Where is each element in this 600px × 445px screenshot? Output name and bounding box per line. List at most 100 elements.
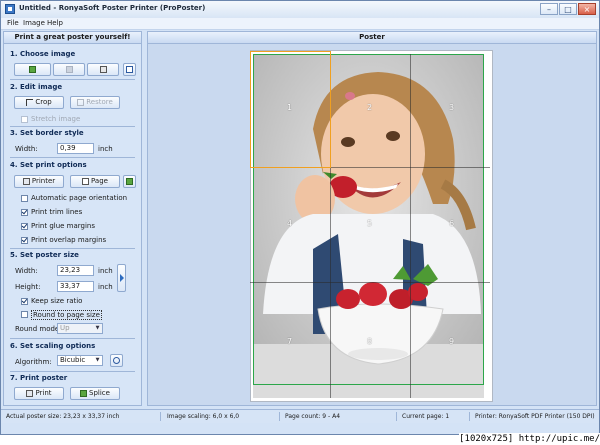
maximize-button[interactable]: □	[559, 3, 577, 15]
divider	[279, 412, 280, 421]
divider	[469, 412, 470, 421]
chevron-down-icon: ▼	[95, 357, 100, 363]
page-setup-button[interactable]: Page	[70, 175, 120, 188]
poster-height-label: Height:	[15, 283, 41, 291]
open-image-button[interactable]	[14, 63, 51, 76]
round-mode-value: Up	[60, 324, 70, 332]
border-width-label: Width:	[15, 145, 38, 153]
status-current-page: Current page: 1	[402, 413, 450, 420]
crop-icon	[26, 99, 34, 106]
open-image-icon	[29, 66, 36, 73]
round-to-page-checkbox[interactable]	[21, 311, 28, 318]
print-glue-checkbox[interactable]	[21, 223, 28, 230]
magnifier-icon	[113, 357, 120, 364]
section-edit-image: 2. Edit image	[10, 83, 63, 91]
divider	[10, 157, 135, 158]
page-number-6: 6	[449, 219, 455, 228]
section-print-options: 4. Set print options	[10, 161, 87, 169]
divider	[10, 338, 135, 339]
chevron-down-icon: ▼	[95, 325, 100, 331]
section-print-poster: 7. Print poster	[10, 374, 68, 382]
section-border-style: 3. Set border style	[10, 129, 84, 137]
print-label: Print	[35, 389, 52, 397]
printer-button[interactable]: Printer	[14, 175, 64, 188]
restore-label: Restore	[86, 98, 113, 106]
page-number-7: 7	[287, 337, 293, 346]
page-number-9: 9	[449, 337, 455, 346]
divider	[10, 126, 135, 127]
preview-button[interactable]	[110, 354, 123, 367]
print-trim-checkbox[interactable]	[21, 209, 28, 216]
crop-label: Crop	[35, 98, 52, 106]
poster-width-label: Width:	[15, 267, 38, 275]
scan-image-button[interactable]	[87, 63, 119, 76]
print-overlap-checkbox[interactable]	[21, 237, 28, 244]
menu-help[interactable]: Help	[47, 19, 63, 27]
status-page-count: Page count: 9 - A4	[285, 413, 341, 420]
paste-image-button[interactable]	[123, 63, 136, 76]
keep-ratio-checkbox[interactable]	[21, 298, 28, 305]
print-overlap-label: Print overlap margins	[31, 236, 107, 244]
paste-icon	[126, 66, 133, 73]
splice-button[interactable]: Splice	[70, 387, 120, 400]
menu-image[interactable]: Image	[23, 19, 45, 27]
round-mode-select[interactable]: Up ▼	[57, 323, 103, 334]
restore-button[interactable]: Restore	[70, 96, 120, 109]
divider	[10, 371, 135, 372]
border-unit-label: inch	[98, 145, 113, 153]
splice-label: Splice	[89, 389, 110, 397]
auto-orientation-checkbox[interactable]	[21, 195, 28, 202]
section-choose-image: 1. Choose image	[10, 50, 76, 58]
watermark: [1020x725] http://upic.me/	[459, 433, 600, 445]
divider	[10, 79, 135, 80]
divider	[396, 412, 397, 421]
section-poster-size: 5. Set poster size	[10, 251, 79, 259]
auto-orientation-label: Automatic page orientation	[31, 194, 128, 202]
stretch-image-checkbox[interactable]	[21, 116, 28, 123]
page-number-1: 1	[287, 103, 293, 112]
poster-width-input[interactable]: 23,23	[57, 265, 94, 276]
poster-height-input[interactable]: 33,37	[57, 281, 94, 292]
splice-icon	[80, 390, 88, 397]
status-poster-size: Actual poster size: 23,23 x 33,37 inch	[6, 413, 120, 420]
edit-image-button[interactable]	[53, 63, 85, 76]
poster-height-unit: inch	[98, 283, 113, 291]
page-options-button[interactable]	[123, 175, 136, 188]
keep-ratio-label: Keep size ratio	[31, 297, 83, 305]
round-mode-label: Round mode:	[15, 325, 62, 333]
crop-button[interactable]: Crop	[14, 96, 64, 109]
left-panel: Print a great poster yourself! 1. Choose…	[3, 31, 142, 406]
scanner-icon	[99, 66, 107, 73]
algorithm-value: Bicubic	[60, 356, 86, 364]
app-window: Untitled - RonyaSoft Poster Printer (Pro…	[0, 0, 600, 435]
printer-icon	[22, 178, 30, 185]
title-bar: Untitled - RonyaSoft Poster Printer (Pro…	[1, 1, 599, 19]
round-to-page-label: Round to page size	[31, 310, 102, 320]
image-icon	[65, 66, 73, 73]
status-printer: Printer: RonyaSoft PDF Printer (150 DPI)	[475, 413, 595, 420]
window-title: Untitled - RonyaSoft Poster Printer (Pro…	[19, 4, 206, 12]
divider	[160, 412, 161, 421]
print-trim-label: Print trim lines	[31, 208, 83, 216]
app-icon	[5, 4, 15, 14]
page-number-2: 2	[367, 103, 373, 112]
page-number-3: 3	[449, 103, 455, 112]
stretch-image-label: Stretch image	[31, 115, 81, 123]
close-button[interactable]: ×	[578, 3, 596, 15]
algorithm-label: Algorithm:	[15, 358, 52, 366]
printer-label: Printer	[31, 177, 56, 185]
print-button[interactable]: Print	[14, 387, 64, 400]
menu-file[interactable]: File	[7, 19, 19, 27]
minimize-button[interactable]: –	[540, 3, 558, 15]
restore-icon	[77, 99, 85, 106]
link-size-toggle[interactable]	[117, 264, 126, 292]
page-number-5: 5	[367, 219, 373, 228]
menu-bar: File Image Help	[1, 18, 599, 30]
section-scaling-options: 6. Set scaling options	[10, 342, 96, 350]
page-divider-h2	[250, 282, 490, 283]
algorithm-select[interactable]: Bicubic ▼	[57, 355, 103, 366]
poster-width-unit: inch	[98, 267, 113, 275]
border-width-input[interactable]: 0,39	[57, 143, 94, 154]
page-number-4: 4	[287, 219, 293, 228]
panel-header: Print a great poster yourself!	[4, 32, 141, 44]
